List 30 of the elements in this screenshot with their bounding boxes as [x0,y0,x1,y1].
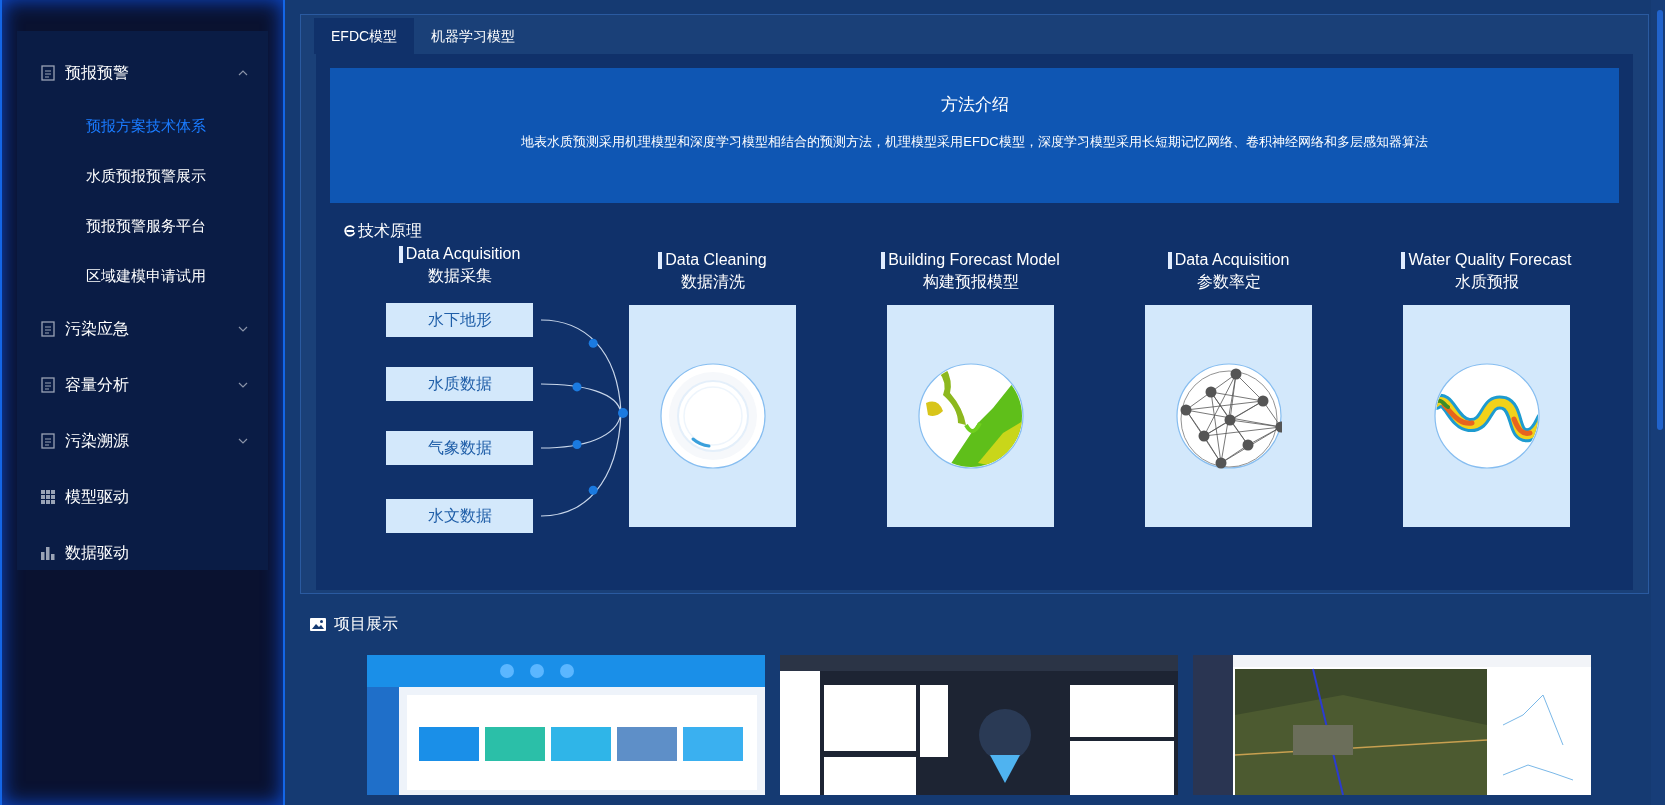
stage-subtitle: 参数率定 [1196,272,1261,292]
submenu-item[interactable]: 区域建模申请试用 [17,251,268,301]
sidebar-item[interactable]: 模型驱动 [17,469,268,525]
intro-title: 方法介绍 [940,94,1009,116]
tab[interactable]: 机器学习模型 [414,18,533,54]
sidebar-item[interactable]: 预报预警 [17,45,268,101]
source-label: 水质数据 [386,367,533,401]
submenu-item[interactable]: 水质预报预警展示 [17,151,268,201]
stage-subtitle: 构建预报模型 [922,272,1019,292]
stage-subtitle: 数据清洗 [680,272,745,292]
sidebar-item[interactable]: 污染应急 [17,301,268,357]
intro-text: 地表水质预测采用机理模型和深度学习模型相结合的预测方法，机理模型采用EFDC模型，深度学习模型采用长短期记忆网络、卷积神经网络和多层感知器算法 [521,132,1428,151]
sidebar-item[interactable]: 数据驱动 [17,525,268,581]
stage-title: Water Quality Forecast [1408,250,1572,270]
sidebar-item[interactable]: 容量分析 [17,357,268,413]
stage-title: Building Forecast Model [888,250,1060,270]
stage-subtitle: 数据采集 [427,266,492,286]
sidebar-item[interactable]: 污染溯源 [17,413,268,469]
source-label: 水下地形 [386,303,533,337]
source-label: 水文数据 [386,499,533,533]
tab[interactable]: EFDC模型 [314,18,415,54]
section-title: 项目展示 [334,614,398,634]
section-title: 技术原理 [358,221,422,241]
stage-subtitle: 水质预报 [1454,272,1519,292]
submenu-item[interactable]: 预报预警服务平台 [17,201,268,251]
stage-title: Data Acquisition [1174,250,1290,270]
source-label: 气象数据 [386,431,533,465]
stage-title: Data Cleaning [665,250,767,270]
stage-title: Data Acquisition [405,244,521,264]
submenu-item[interactable]: 预报方案技术体系 [17,101,268,151]
